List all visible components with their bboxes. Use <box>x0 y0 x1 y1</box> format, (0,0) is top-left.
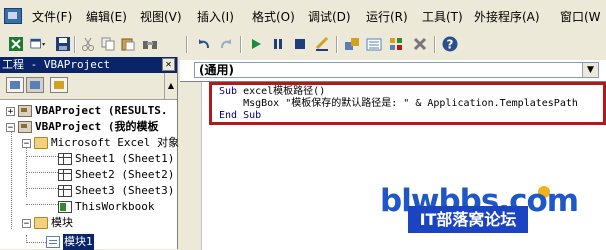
cut-icon[interactable] <box>80 36 96 52</box>
menu-file[interactable]: 文件(F) <box>32 8 72 25</box>
toolbar-separator <box>186 36 188 53</box>
view-object-button[interactable] <box>26 77 44 93</box>
module-icon <box>46 236 60 248</box>
insert-userform-icon[interactable] <box>30 36 46 52</box>
tree-node-project-results[interactable]: + VBAProject (RESULTS. <box>6 103 167 119</box>
watermark-forum: IT部落窝论坛 <box>408 206 528 233</box>
find-icon[interactable] <box>142 36 158 52</box>
object-browser-icon[interactable] <box>388 36 404 52</box>
project-icon <box>18 105 32 117</box>
break-icon[interactable] <box>270 36 286 52</box>
worksheet-icon <box>58 153 72 165</box>
folder-icon <box>34 137 48 149</box>
tree-connector <box>26 156 58 157</box>
run-icon[interactable] <box>248 36 264 52</box>
tree-node-sheet2[interactable]: Sheet2 (Sheet2) <box>58 167 174 183</box>
reset-icon[interactable] <box>292 36 308 52</box>
folder-icon <box>34 217 48 229</box>
menu-insert[interactable]: 插入(I) <box>197 8 234 25</box>
tree-node-sheet3[interactable]: Sheet3 (Sheet3) <box>58 183 174 199</box>
expand-plus-icon[interactable]: + <box>6 106 15 116</box>
collapse-minus-icon[interactable]: − <box>22 138 31 148</box>
paste-icon[interactable] <box>120 36 136 52</box>
tree-connector <box>26 188 58 189</box>
menu-run[interactable]: 运行(R) <box>366 8 408 25</box>
object-dropdown[interactable]: (通用) ▼ <box>194 62 599 78</box>
panel-title-text: 工程 - VBAProject <box>2 58 111 71</box>
project-explorer-toolbar <box>0 73 177 100</box>
menu-edit[interactable]: 编辑(E) <box>86 8 127 25</box>
save-icon[interactable] <box>55 36 71 52</box>
workbook-icon <box>58 201 72 213</box>
svg-text:?: ? <box>447 38 454 52</box>
margin-indicator-bar[interactable] <box>180 82 202 250</box>
redo-icon[interactable] <box>218 36 234 52</box>
tree-connector <box>26 172 58 173</box>
menu-view[interactable]: 视图(V) <box>140 8 182 25</box>
toolbox-icon[interactable] <box>412 36 428 52</box>
menu-window[interactable]: 窗口(W <box>560 8 601 25</box>
worksheet-icon <box>58 185 72 197</box>
tree-node-module1[interactable]: 模块1 <box>46 234 94 250</box>
tree-connector <box>11 123 12 229</box>
toolbar-separator <box>240 36 242 53</box>
toggle-folders-button[interactable] <box>50 77 68 93</box>
standard-toolbar: ? <box>0 32 606 56</box>
tree-node-sheet1[interactable]: Sheet1 (Sheet1) <box>58 151 174 167</box>
project-explorer-icon[interactable] <box>344 36 360 52</box>
project-icon <box>18 121 32 133</box>
code-window-frame <box>180 57 606 60</box>
copy-icon[interactable] <box>100 36 116 52</box>
toolbar-separator <box>336 36 338 53</box>
collapse-minus-icon[interactable]: − <box>22 218 31 228</box>
toolbar-separator <box>74 36 76 53</box>
menu-format[interactable]: 格式(O) <box>252 8 295 25</box>
menu-bar: 文件(F) 编辑(E) 视图(V) 插入(I) 格式(O) 调试(D) 运行(R… <box>0 0 606 30</box>
chevron-down-icon[interactable]: ▼ <box>582 63 598 77</box>
project-tree: + VBAProject (RESULTS. − VBAProject (我的模板 … <box>0 101 179 250</box>
design-mode-icon[interactable] <box>314 36 330 52</box>
undo-icon[interactable] <box>196 36 212 52</box>
tree-connector <box>26 204 58 205</box>
annotation-highlight-box <box>209 82 606 125</box>
menu-addins[interactable]: 外接程序(A) <box>474 8 540 25</box>
menu-tools[interactable]: 工具(T) <box>422 8 463 25</box>
worksheet-icon <box>58 169 72 181</box>
toolbar-separator <box>434 36 436 53</box>
scroll-up-arrow[interactable]: ▲ <box>164 73 177 99</box>
view-excel-icon[interactable] <box>8 36 24 52</box>
tree-node-project-template[interactable]: − VBAProject (我的模板 <box>6 119 158 135</box>
object-dropdown-value: (通用) <box>199 63 234 77</box>
tree-node-excel-objects[interactable]: − Microsoft Excel 对象 <box>22 135 179 151</box>
close-icon[interactable]: ✕ <box>162 58 175 71</box>
tree-node-thisworkbook[interactable]: ThisWorkbook <box>58 199 154 215</box>
project-explorer-panel: 工程 - VBAProject ✕ ▲ + VBAProject (RESULTS… <box>0 57 179 250</box>
view-code-button[interactable] <box>6 77 24 93</box>
collapse-minus-icon[interactable]: − <box>6 122 15 132</box>
properties-icon[interactable] <box>366 36 382 52</box>
tree-node-modules[interactable]: − 模块 <box>22 215 73 231</box>
tree-connector <box>26 242 46 243</box>
menu-debug[interactable]: 调试(D) <box>308 8 351 25</box>
vba-app-icon[interactable] <box>4 8 22 24</box>
panel-title: 工程 - VBAProject ✕ <box>0 57 177 73</box>
help-icon[interactable]: ? <box>442 36 458 52</box>
